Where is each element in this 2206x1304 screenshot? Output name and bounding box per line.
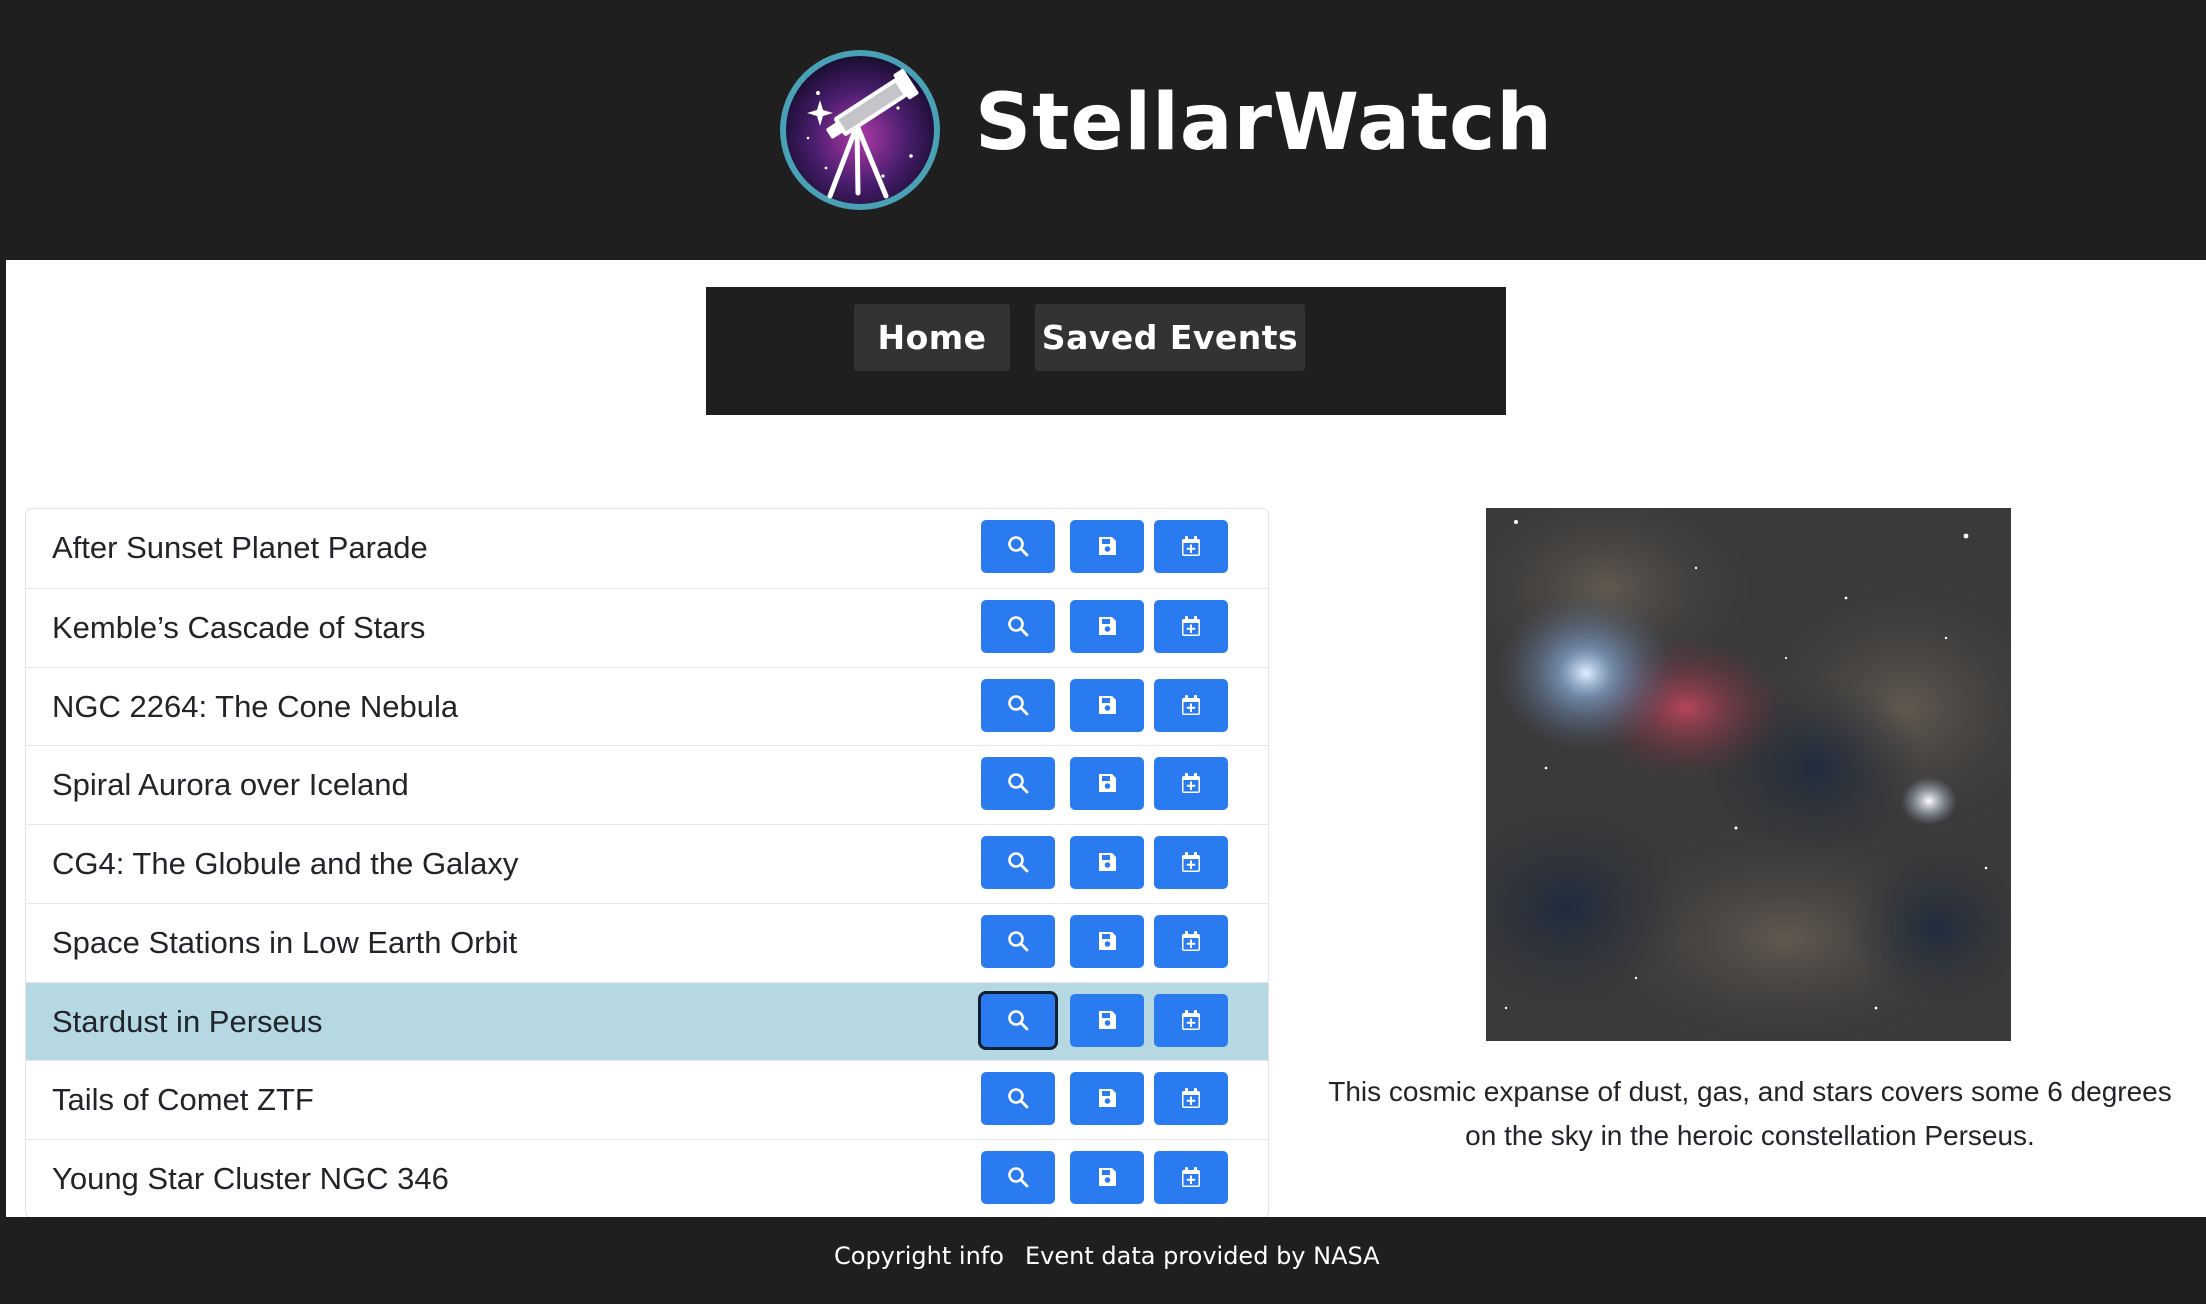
site-footer: Copyright info Event data provided by NA… [0,1217,2206,1304]
page: StellarWatch Home Saved Events After Sun… [0,0,2206,1304]
save-button[interactable] [1070,1151,1144,1204]
view-button[interactable] [981,915,1055,968]
save-button[interactable] [1070,915,1144,968]
event-title: Tails of Comet ZTF [52,1082,314,1117]
event-row[interactable]: NGC 2264: The Cone Nebula [26,667,1268,745]
nav-saved-events-button[interactable]: Saved Events [1035,304,1305,371]
add-to-calendar-button[interactable] [1154,1072,1228,1125]
telescope-logo-icon [780,50,940,210]
event-title: Spiral Aurora over Iceland [52,767,409,802]
event-description: This cosmic expanse of dust, gas, and st… [1328,1076,2172,1151]
brand-title: StellarWatch [975,78,1553,168]
event-row[interactable]: CG4: The Globule and the Galaxy [26,824,1268,902]
add-to-calendar-button[interactable] [1154,1151,1228,1204]
save-button[interactable] [1070,757,1144,810]
footer-copyright-link[interactable]: Copyright info [834,1217,1004,1295]
add-to-calendar-button[interactable] [1154,679,1228,732]
save-button[interactable] [1070,520,1144,573]
save-button[interactable] [1070,600,1144,653]
view-button[interactable] [981,520,1055,573]
event-list: After Sunset Planet Parade Kemble’s Casca… [25,508,1269,1218]
add-to-calendar-button[interactable] [1154,915,1228,968]
add-to-calendar-button[interactable] [1154,600,1228,653]
add-to-calendar-button[interactable] [1154,836,1228,889]
view-button[interactable] [981,679,1055,732]
view-button[interactable] [981,1072,1055,1125]
view-button[interactable] [981,836,1055,889]
event-row[interactable]: After Sunset Planet Parade [26,509,1268,587]
event-image [1486,508,2011,1041]
event-title: Space Stations in Low Earth Orbit [52,925,518,960]
view-button[interactable] [981,600,1055,653]
add-to-calendar-button[interactable] [1154,520,1228,573]
event-title: CG4: The Globule and the Galaxy [52,846,519,881]
add-to-calendar-button[interactable] [1154,994,1228,1047]
add-to-calendar-button[interactable] [1154,757,1228,810]
view-button[interactable] [981,757,1055,810]
event-row[interactable]: Space Stations in Low Earth Orbit [26,903,1268,981]
save-button[interactable] [1070,994,1144,1047]
event-row[interactable]: Tails of Comet ZTF [26,1060,1268,1138]
event-title: NGC 2264: The Cone Nebula [52,689,459,724]
save-button[interactable] [1070,679,1144,732]
site-header: StellarWatch [0,0,2206,260]
event-title: Stardust in Perseus [52,1004,323,1039]
footer-credit-text: Event data provided by NASA [1025,1242,1380,1270]
save-button[interactable] [1070,1072,1144,1125]
event-title: After Sunset Planet Parade [52,530,428,565]
save-button[interactable] [1070,836,1144,889]
event-row[interactable]: Spiral Aurora over Iceland [26,745,1268,823]
event-row[interactable]: Kemble’s Cascade of Stars [26,588,1268,666]
view-button[interactable] [981,994,1055,1047]
nav-home-button[interactable]: Home [854,304,1010,371]
event-title: Kemble’s Cascade of Stars [52,610,426,645]
event-row[interactable]: Young Star Cluster NGC 346 [26,1139,1268,1217]
event-title: Young Star Cluster NGC 346 [52,1161,449,1196]
main-nav: Home Saved Events [706,287,1506,415]
view-button[interactable] [981,1151,1055,1204]
event-row[interactable]: Stardust in Perseus [26,982,1268,1060]
